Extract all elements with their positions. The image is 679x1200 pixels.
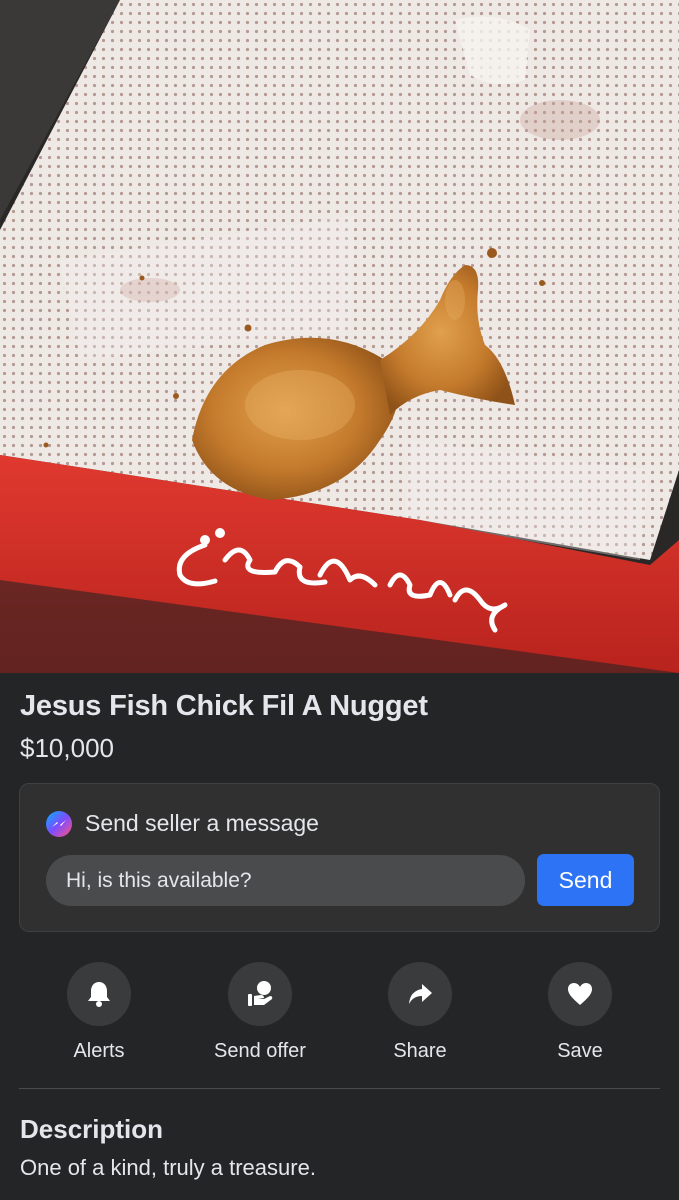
save-label: Save [557,1040,603,1062]
send-offer-label: Send offer [214,1040,306,1062]
send-offer-button[interactable]: Send offer [185,962,335,1063]
chicken-nugget-photo [0,0,679,673]
description-text: One of a kind, truly a treasure. [20,1155,316,1180]
section-divider [19,1088,660,1089]
description-heading: Description [20,1114,164,1144]
share-button[interactable]: Share [345,962,495,1063]
alerts-label: Alerts [73,1040,125,1062]
listing-title: Jesus Fish Chick Fil A Nugget [20,690,428,722]
share-arrow-icon [409,984,432,1004]
message-input[interactable] [46,855,525,906]
save-button[interactable]: Save [505,962,655,1063]
bell-icon [88,982,110,1007]
send-message-label: Send seller a message [85,810,319,836]
save-circle[interactable] [548,962,612,1026]
messenger-icon [46,810,72,837]
listing-photo[interactable] [0,0,679,673]
action-bar: Alerts Send offer Share Save [0,962,679,1072]
heart-icon [568,983,592,1005]
send-offer-icon [248,981,273,1006]
send-message-card: Send seller a message Send [19,783,660,932]
share-circle[interactable] [388,962,452,1026]
listing-price: $10,000 [20,733,114,763]
send-offer-circle[interactable] [228,962,292,1026]
alerts-button[interactable]: Alerts [24,962,174,1063]
send-button[interactable]: Send [537,854,634,906]
listing-page: Jesus Fish Chick Fil A Nugget $10,000 Se… [0,0,679,1200]
share-label: Share [393,1040,447,1062]
alerts-circle[interactable] [67,962,131,1026]
send-message-header: Send seller a message [46,810,319,837]
